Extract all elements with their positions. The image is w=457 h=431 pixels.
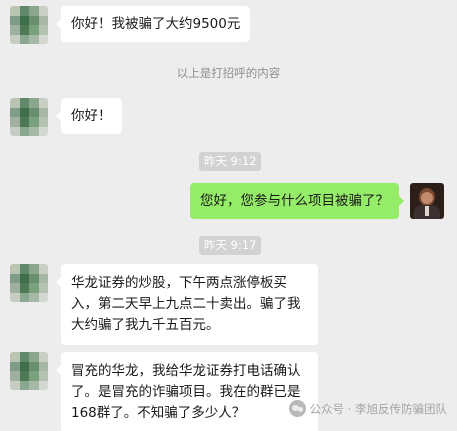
message-row: 您好，您参与什么项目被骗了？ [190,183,444,219]
message-row: 你好！我被骗了大约9500元 [10,6,251,44]
wechat-official-account-icon [288,400,306,417]
message-text: 您好，您参与什么项目被骗了？ [200,193,389,209]
message-row: 冒充的华龙，我给华龙证券打电话确认 了。是冒充的诈骗项目。我在的群已是 168群… [10,352,318,431]
message-row: 你好！ [10,98,122,136]
message-bubble[interactable]: 您好，您参与什么项目被骗了？ [190,183,404,219]
watermark-text: 公众号 · 李旭反传防骗团队 [309,401,447,416]
contact-avatar[interactable] [10,352,48,390]
message-bubble[interactable]: 你好！我被骗了大约9500元 [55,6,251,42]
message-bubble[interactable]: 冒充的华龙，我给华龙证券打电话确认 了。是冒充的诈骗项目。我在的群已是 168群… [56,352,318,431]
message-bubble[interactable]: 你好！ [56,98,122,134]
message-bubble[interactable]: 华龙证券的炒股，下午两点涨停板买 入，第二天早上九点二十卖出。骗了我 大约骗了我… [56,264,318,345]
self-avatar[interactable] [410,183,444,219]
message-text: 你好！ [71,108,112,124]
timestamp: 昨天 9:17 [199,236,262,255]
timestamp: 昨天 9:12 [199,152,262,171]
message-line: 华龙证券的炒股，下午两点涨停板买 [71,275,287,291]
message-line: 冒充的华龙，我给华龙证券打电话确认 [71,363,301,379]
system-notice: 以上是打招呼的内容 [176,66,281,80]
watermark: 公众号 · 李旭反传防骗团队 [288,400,447,417]
message-row: 华龙证券的炒股，下午两点涨停板买 入，第二天早上九点二十卖出。骗了我 大约骗了我… [10,264,318,345]
contact-avatar[interactable] [10,264,48,302]
message-line: 168群了。不知骗了多少人？ [71,405,246,421]
message-line: 入，第二天早上九点二十卖出。骗了我 [71,296,301,312]
contact-avatar[interactable] [10,6,48,44]
message-text: 你好！我被骗了大约9500元 [71,16,241,32]
contact-avatar[interactable] [10,98,48,136]
message-line: 了。是冒充的诈骗项目。我在的群已是 [71,384,301,400]
message-line: 大约骗了我九千五百元。 [71,317,220,333]
